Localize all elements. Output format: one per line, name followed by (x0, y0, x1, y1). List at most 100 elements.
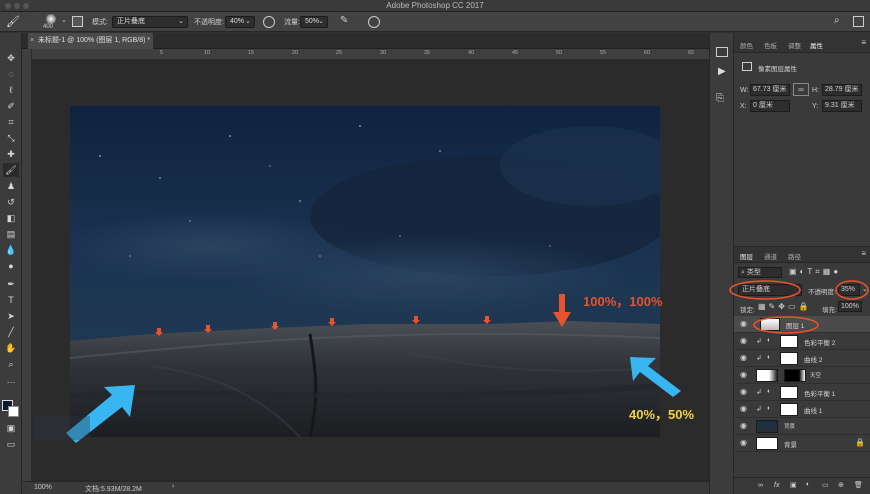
layer-row-sky[interactable]: ◉ 天空 (734, 367, 870, 384)
layer-name: 色彩平衡 2 (804, 340, 836, 347)
layer-name: 背景 (784, 424, 796, 430)
big-red-arrow (553, 294, 571, 327)
chevron-down-icon[interactable]: ⌄ (862, 285, 868, 293)
lock-icon: 🔒 (855, 438, 865, 447)
blue-arrow-right (630, 357, 681, 397)
adjustment-icon: ◐ (767, 405, 772, 412)
clip-arrow-icon: ↲ (756, 406, 762, 413)
y-label: Y: (812, 103, 819, 110)
blend-mode-value: 正片叠底 (742, 286, 770, 293)
layer-opacity-input[interactable]: 35% (838, 284, 860, 296)
layer-mask-thumbnail (780, 335, 798, 348)
w-value: 67.73 厘米 (753, 86, 787, 93)
layer-row-background-photo[interactable]: ◉ 背景 (734, 418, 870, 435)
layer-row-color-balance-1[interactable]: ◉ ↲ ◐ 色彩平衡 1 (734, 384, 870, 401)
status-arrow-icon[interactable]: › (172, 483, 174, 490)
visibility-eye-icon[interactable]: ◉ (740, 439, 749, 447)
layer-thumbnail (756, 437, 778, 450)
history-panel-icon[interactable] (716, 47, 728, 57)
layer-filter-label: 类型 (746, 269, 761, 276)
visibility-eye-icon[interactable]: ◉ (740, 320, 749, 328)
tab-swatches[interactable]: 色板 (764, 40, 777, 50)
x-input[interactable]: 0 厘米 (750, 100, 790, 112)
visibility-eye-icon[interactable]: ◉ (740, 371, 749, 379)
layer-row-color-balance-2[interactable]: ◉ ↲ ◐ 色彩平衡 2 (734, 333, 870, 350)
w-input[interactable]: 67.73 厘米 (750, 84, 790, 96)
h-label: H: (812, 87, 819, 94)
h-input[interactable]: 28.79 厘米 (822, 84, 862, 96)
lock-icons[interactable]: ▦✎✥▭🔒 (758, 302, 811, 311)
visibility-eye-icon[interactable]: ◉ (740, 405, 749, 413)
zoom-level[interactable]: 100% (34, 484, 52, 491)
pixel-layer-icon (742, 62, 752, 71)
visibility-eye-icon[interactable]: ◉ (740, 337, 749, 345)
fill-value: 100% (841, 303, 859, 310)
layer-name: 天空 (810, 373, 822, 379)
panel-menu-icon[interactable]: ≡ (861, 249, 866, 258)
annotation-100-100: 100%，100% (583, 294, 663, 309)
delete-layer-icon[interactable]: 🗑 (854, 481, 863, 489)
filter-icons[interactable]: ▣◐T⌗▦● (789, 267, 841, 277)
new-adjustment-icon[interactable]: ◐ (806, 481, 810, 488)
layer-opacity-label: 不透明度: (808, 289, 836, 296)
fx-icon[interactable]: fx (774, 482, 779, 489)
adjustment-icon: ◐ (767, 337, 772, 344)
tab-paths[interactable]: 路径 (788, 251, 801, 261)
tab-channels[interactable]: 通道 (764, 251, 777, 261)
layer-row-curves-2[interactable]: ◉ ↲ ◐ 曲线 2 (734, 350, 870, 367)
layer-mask-thumbnail (780, 386, 798, 399)
x-label: X: (740, 103, 747, 110)
layer-opacity-value: 35% (841, 286, 856, 293)
link-icon[interactable]: ∞ (793, 83, 809, 96)
new-group-icon[interactable]: ▭ (822, 481, 829, 489)
y-input[interactable]: 9.31 厘米 (822, 100, 862, 112)
right-panels: 颜色 色板 调整 属性 ≡ 像素图层属性 W: 67.73 厘米 ∞ H: 28… (733, 33, 870, 494)
tab-adjustments[interactable]: 调整 (788, 40, 801, 50)
properties-panel-icon[interactable]: ⎘ (716, 93, 724, 104)
layer-thumbnail (756, 369, 778, 382)
tab-layers[interactable]: 图层 (740, 251, 753, 261)
fill-label: 填充: (822, 307, 837, 314)
status-bar: 100% 文档:5.93M/28.2M › (22, 481, 709, 494)
layer-name: 图层 1 (786, 323, 805, 330)
visibility-eye-icon[interactable]: ◉ (740, 388, 749, 396)
new-layer-icon[interactable]: ⊕ (838, 481, 844, 489)
layer-row-layer1[interactable]: ◉ 图层 1 (734, 316, 870, 333)
fill-input[interactable]: 100% (838, 301, 862, 312)
layer-name: 曲线 1 (804, 408, 823, 415)
layer-row-background[interactable]: ◉ 背景 🔒 (734, 435, 870, 452)
layers-footer: ∞ fx ▣ ◐ ▭ ⊕ 🗑 (734, 477, 870, 494)
layer-row-curves-1[interactable]: ◉ ↲ ◐ 曲线 1 (734, 401, 870, 418)
w-label: W: (740, 87, 749, 94)
layer-name: 色彩平衡 1 (804, 391, 836, 398)
clip-arrow-icon: ↲ (756, 355, 762, 362)
layer-mask-thumbnail (780, 403, 798, 416)
panel-menu-icon[interactable]: ≡ (861, 38, 866, 47)
visibility-eye-icon[interactable]: ◉ (740, 354, 749, 362)
adjustment-icon: ◐ (767, 354, 772, 361)
search-icon: ⌕ (741, 269, 745, 276)
lock-label: 锁定: (740, 307, 755, 314)
layer-name: 背景 (784, 442, 797, 449)
layer-name: 曲线 2 (804, 357, 823, 364)
actions-play-icon[interactable]: ▶ (718, 66, 726, 77)
adjustment-icon: ◐ (767, 388, 772, 395)
clip-arrow-icon: ↲ (756, 389, 762, 396)
layer-filter-select[interactable]: ⌕ 类型 (738, 267, 782, 278)
annotation-40-50: 40%，50% (629, 407, 695, 422)
blend-mode-select[interactable]: 正片叠底 (738, 284, 802, 296)
properties-tab-bar: 颜色 色板 调整 属性 ≡ (734, 33, 870, 53)
watermark-logo (34, 416, 90, 440)
link-layers-icon[interactable]: ∞ (758, 482, 763, 489)
y-value: 9.31 厘米 (825, 102, 855, 109)
tab-color[interactable]: 颜色 (740, 40, 753, 50)
tab-properties[interactable]: 属性 (810, 40, 823, 50)
document-size[interactable]: 文档:5.93M/28.2M (85, 484, 142, 494)
layer-mask-thumbnail (784, 369, 806, 382)
layers-tab-bar: 图层 通道 路径 ≡ (734, 246, 870, 263)
visibility-eye-icon[interactable]: ◉ (740, 422, 749, 430)
layer-mask-thumbnail (780, 352, 798, 365)
layer-thumbnail (756, 420, 778, 433)
h-value: 28.79 厘米 (825, 86, 859, 93)
add-mask-icon[interactable]: ▣ (790, 481, 797, 489)
